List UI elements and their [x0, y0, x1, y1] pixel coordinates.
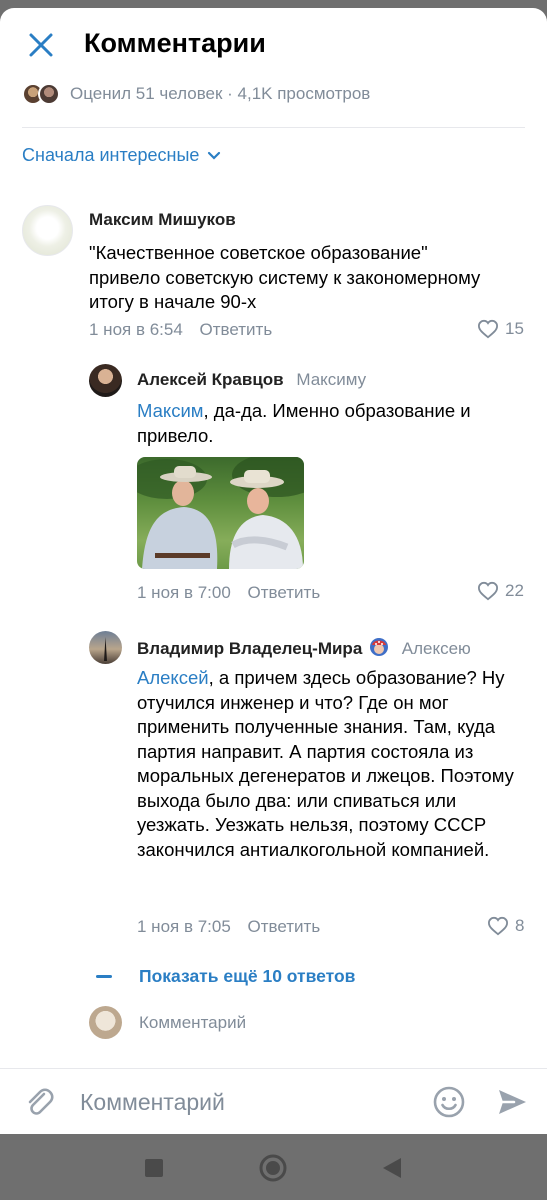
sort-label: Сначала интересные [22, 145, 200, 165]
like-button[interactable]: 8 [487, 916, 524, 936]
show-more-label: Показать ещё 10 ответов [139, 966, 356, 986]
comment-date: 1 ноя в 7:05 [137, 917, 231, 936]
reply-button[interactable]: Ответить [248, 917, 321, 936]
stats-text: Оценил 51 человек · 4,1K просмотров [70, 84, 371, 103]
comment-meta: 1 ноя в 6:54 Ответить [89, 320, 272, 340]
avatar [89, 1006, 122, 1039]
comment-body: , а причем здесь образование? Ну отучилс… [137, 667, 514, 860]
avatar[interactable] [89, 631, 122, 664]
system-nav-bar [0, 1134, 547, 1200]
reply-to[interactable]: Алексею [402, 639, 471, 658]
chevron-down-icon [208, 151, 221, 160]
comment-date: 1 ноя в 7:00 [137, 583, 231, 602]
like-count: 8 [515, 916, 525, 935]
comment-input[interactable]: Комментарий [80, 1089, 225, 1116]
verified-badge-icon [370, 638, 389, 656]
comment-text: Максим, да-да. Именно образование и прив… [137, 399, 527, 448]
avatar[interactable] [89, 364, 122, 397]
send-button[interactable] [496, 1086, 528, 1123]
avatar[interactable] [22, 205, 73, 256]
header: Комментарии [0, 8, 547, 78]
reply-comment-field[interactable]: Комментарий [89, 1006, 246, 1039]
like-count: 15 [505, 319, 524, 338]
tower-image [104, 637, 107, 661]
comment-text: Алексей, а причем здесь образование? Ну … [137, 666, 527, 862]
send-icon [499, 1090, 526, 1114]
reply-to[interactable]: Максиму [296, 370, 366, 389]
close-button[interactable] [26, 30, 56, 60]
comment-author-line: Владимир Владелец-Мира Алексею [137, 637, 471, 659]
heart-icon [487, 916, 509, 936]
back-triangle-icon [383, 1158, 401, 1178]
comment-author-line: Алексей Кравцов Максиму [137, 370, 366, 390]
comment-meta: 1 ноя в 7:05 Ответить [137, 917, 320, 937]
comment-author[interactable]: Владимир Владелец-Мира [137, 639, 362, 658]
attached-photo[interactable] [137, 457, 304, 569]
show-more-replies-button[interactable]: Показать ещё 10 ответов [96, 966, 355, 987]
comment-author[interactable]: Максим Мишуков [89, 210, 236, 230]
comment-input-bar: Комментарий [0, 1068, 547, 1134]
mention-link[interactable]: Алексей [137, 667, 209, 688]
mention-link[interactable]: Максим [137, 400, 204, 421]
heart-icon [477, 581, 499, 601]
close-icon [29, 33, 53, 57]
comment-author[interactable]: Алексей Кравцов [137, 370, 284, 389]
comment-meta: 1 ноя в 7:00 Ответить [137, 583, 320, 603]
heart-icon [477, 319, 499, 339]
reply-placeholder: Комментарий [139, 1012, 247, 1032]
like-button[interactable]: 15 [477, 319, 524, 339]
stats-row[interactable]: Оценил 51 человек · 4,1K просмотров [22, 82, 370, 106]
liker-avatar [38, 83, 60, 105]
smile-icon [433, 1086, 465, 1118]
like-button[interactable]: 22 [477, 581, 524, 601]
divider [22, 127, 525, 128]
reply-button[interactable]: Ответить [200, 320, 273, 339]
photo-image [137, 457, 304, 569]
recent-apps-button[interactable] [144, 1158, 164, 1183]
comment-text: "Качественное советское образование" при… [89, 242, 481, 312]
home-circle-icon [259, 1154, 287, 1182]
paperclip-icon [28, 1088, 54, 1115]
attach-button[interactable] [22, 1085, 56, 1124]
collapse-dash-icon [96, 975, 112, 978]
emoji-button[interactable] [432, 1085, 466, 1124]
sort-dropdown[interactable]: Сначала интересные [22, 145, 221, 166]
comment-date: 1 ноя в 6:54 [89, 320, 183, 339]
comments-sheet: Комментарии Оценил 51 человек · 4,1K про… [0, 8, 547, 1134]
back-button[interactable] [381, 1156, 403, 1185]
home-button[interactable] [258, 1153, 288, 1188]
square-icon [145, 1159, 163, 1177]
page-title: Комментарии [84, 28, 266, 58]
like-count: 22 [505, 581, 524, 600]
reply-button[interactable]: Ответить [248, 583, 321, 602]
